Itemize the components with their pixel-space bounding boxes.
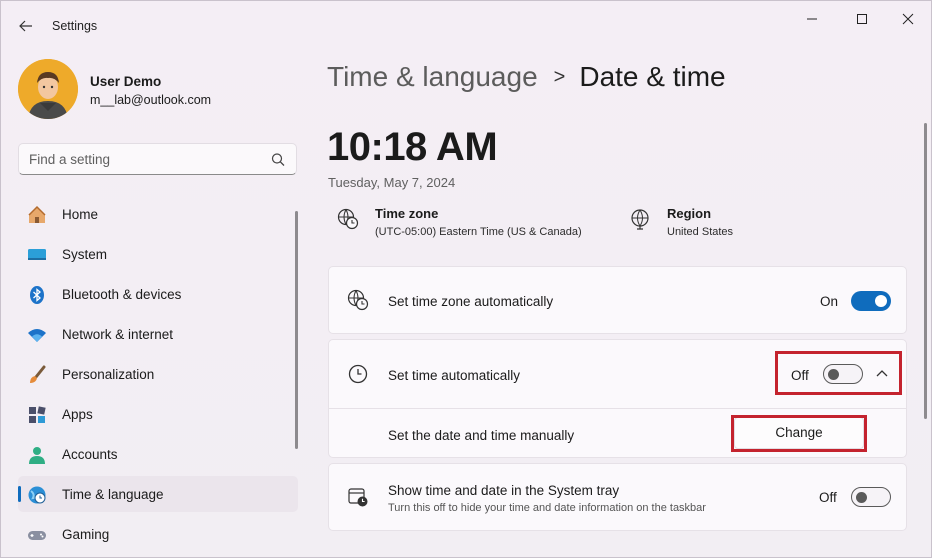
user-name: User Demo [90,74,162,89]
tz-auto-toggle[interactable] [851,291,891,311]
brush-icon [27,365,47,385]
bluetooth-icon [27,285,47,305]
sidebar-item-label: Personalization [62,367,155,382]
timezone-value: (UTC-05:00) Eastern Time (US & Canada) [375,226,582,238]
card-divider [329,408,906,409]
current-time: 10:18 AM [327,125,498,169]
search-icon[interactable] [270,152,286,168]
selection-indicator [18,486,21,502]
tray-description: Turn this off to hide your time and date… [388,502,706,514]
minimize-icon [807,18,817,20]
back-arrow-icon [19,20,32,32]
sidebar-item-personalization[interactable]: Personalization [18,356,298,392]
region-title: Region [667,206,712,221]
globe-clock-icon [347,289,369,311]
sidebar-item-home[interactable]: Home [18,196,298,232]
sidebar-item-time-language[interactable]: Time & language [18,476,298,512]
maximize-button[interactable] [839,7,885,31]
sidebar-item-label: Gaming [62,527,110,542]
globe-clock-icon [337,208,359,230]
sidebar-item-label: System [62,247,108,262]
close-icon [902,13,914,25]
person-icon [27,445,47,465]
back-button[interactable] [13,15,39,37]
page-title: Date & time [579,61,726,92]
breadcrumb-parent[interactable]: Time & language [327,61,538,93]
sidebar-item-system[interactable]: System [18,236,298,272]
title-bar: Settings [1,1,931,51]
tz-auto-label: Set time zone automatically [388,294,554,309]
sidebar-nav: Home System Bluetooth & devices Network … [18,196,298,556]
region-value: United States [667,226,734,238]
avatar[interactable] [18,59,78,119]
breadcrumb: Time & language > Date & time [327,61,726,93]
sidebar-item-label: Apps [62,407,93,422]
tz-auto-card: Set time zone automatically On [328,266,907,334]
highlight-box [775,351,902,395]
sidebar-item-gaming[interactable]: Gaming [18,516,298,552]
search-box[interactable] [18,143,297,175]
globe-icon [631,209,649,230]
sidebar-item-label: Network & internet [62,327,174,342]
tray-label: Show time and date in the System tray [388,483,620,498]
settings-window: Settings User Demo m__lab@outlook.com Fi… [0,0,932,558]
maximize-icon [857,14,867,24]
system-icon [27,245,47,265]
sidebar-item-apps[interactable]: Apps [18,396,298,432]
sidebar-item-network[interactable]: Network & internet [18,316,298,352]
user-email: m__lab@outlook.com [90,93,212,107]
manual-time-label: Set the date and time manually [388,428,575,443]
breadcrumb-separator: > [553,65,566,88]
sidebar-item-label: Bluetooth & devices [62,287,182,302]
sidebar-scrollbar[interactable] [295,211,298,449]
toggle-knob [856,492,867,503]
highlight-box [731,415,867,452]
gamepad-icon [27,525,47,545]
calendar-clock-icon [348,488,368,507]
home-icon [27,205,47,225]
user-avatar-icon [18,59,78,119]
tz-auto-state: On [820,294,839,309]
sidebar-item-label: Home [62,207,99,222]
sidebar-item-accounts[interactable]: Accounts [18,436,298,472]
timezone-title: Time zone [375,206,439,221]
sidebar-item-label: Time & language [62,487,164,502]
tray-toggle[interactable] [851,487,891,507]
minimize-button[interactable] [789,7,835,31]
time-auto-label: Set time automatically [388,368,521,383]
tray-state: Off [819,490,837,505]
sidebar-item-label: Accounts [62,447,118,462]
close-button[interactable] [885,7,931,31]
toggle-knob [875,295,887,307]
clock-icon [348,364,368,384]
sidebar-item-bluetooth[interactable]: Bluetooth & devices [18,276,298,312]
search-input[interactable] [29,150,259,168]
apps-icon [27,405,47,425]
globe-clock-icon [27,485,47,505]
current-date: Tuesday, May 7, 2024 [328,175,456,190]
main-scrollbar[interactable] [924,123,927,419]
app-title: Settings [52,19,98,33]
tray-card: Show time and date in the System tray Tu… [328,463,907,531]
wifi-icon [27,325,47,345]
